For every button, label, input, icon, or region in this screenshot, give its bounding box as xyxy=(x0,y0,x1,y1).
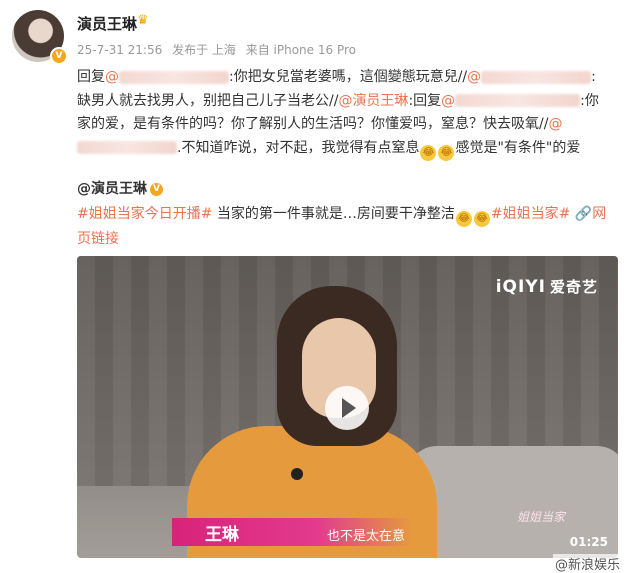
play-button-icon[interactable] xyxy=(325,386,369,430)
repost-content: #姐姐当家今日开播# 当家的第一件事就是…房间要干净整洁 😂 😂 #姐姐当家# 🔗网页… xyxy=(77,202,617,251)
mention-link[interactable]: @ xyxy=(441,93,581,109)
blurred-username xyxy=(77,141,177,154)
mention-link[interactable]: @ xyxy=(467,69,592,85)
content-text: 回复 xyxy=(77,69,105,85)
content-text: :回复 xyxy=(408,92,442,109)
post-meta: 25-7-31 21:56 发布于 上海 来自 iPhone 16 Pro xyxy=(77,41,362,58)
video-duration: 01:25 xyxy=(569,535,608,549)
iqiyi-logo: iQIYI 爱奇艺 xyxy=(495,277,598,297)
blurred-username xyxy=(481,70,592,84)
verified-badge-icon: V xyxy=(50,47,68,65)
laugh-cry-emoji: 😂 xyxy=(473,211,490,227)
blurred-username xyxy=(455,94,581,107)
hashtag-link[interactable]: #姐姐当家今日开播# xyxy=(77,206,212,222)
content-text: 感觉是"有条件"的爱 xyxy=(455,139,581,156)
verified-badge-icon: V xyxy=(150,182,163,196)
repost-author[interactable]: @演员王琳 V xyxy=(77,178,163,198)
repost-author-name[interactable]: @演员王琳 xyxy=(77,181,147,197)
laugh-cry-emoji: 😂 xyxy=(455,211,472,227)
mention-link[interactable]: @ xyxy=(105,69,229,85)
show-watermark: 姐姐当家 xyxy=(517,510,566,524)
blurred-username xyxy=(119,70,229,84)
link-icon: 🔗 xyxy=(574,206,593,222)
video-player[interactable]: iQIYI 爱奇艺 王琳 也不是太在意 姐姐当家 01:25 xyxy=(77,256,618,558)
hashtag-link[interactable]: #姐姐当家# xyxy=(491,206,570,222)
at-sign: @ xyxy=(548,116,563,132)
laugh-cry-emoji: 😂 xyxy=(420,144,437,161)
source-watermark: @新浪娱乐 xyxy=(552,554,622,573)
author-name[interactable]: 演员王琳 xyxy=(77,13,137,34)
post-timestamp[interactable]: 25-7-31 21:56 xyxy=(77,43,162,57)
mention-author-link[interactable]: @演员王琳 xyxy=(338,93,408,109)
laugh-cry-emoji: 😂 xyxy=(438,144,455,161)
crown-icon: ♛ xyxy=(137,13,149,28)
post-content: 回复@:你把女兒當老婆嗎，這個變態玩意兒//@:缺男人就去找男人，别把自己儿子当… xyxy=(77,66,607,161)
content-text: .不知道咋说，对不起，我觉得有点窒息 xyxy=(177,139,420,156)
microphone-icon xyxy=(291,468,303,480)
post-device: 来自 iPhone 16 Pro xyxy=(245,43,356,57)
caption-text: 也不是太在意 xyxy=(327,529,406,544)
repost-text: 当家的第一件事就是…房间要干净整洁 xyxy=(216,206,455,222)
content-text: :你把女兒當老婆嗎，這個變態玩意兒// xyxy=(229,69,468,85)
post-location: 发布于 上海 xyxy=(172,43,236,57)
caption-name: 王琳 xyxy=(205,525,239,545)
